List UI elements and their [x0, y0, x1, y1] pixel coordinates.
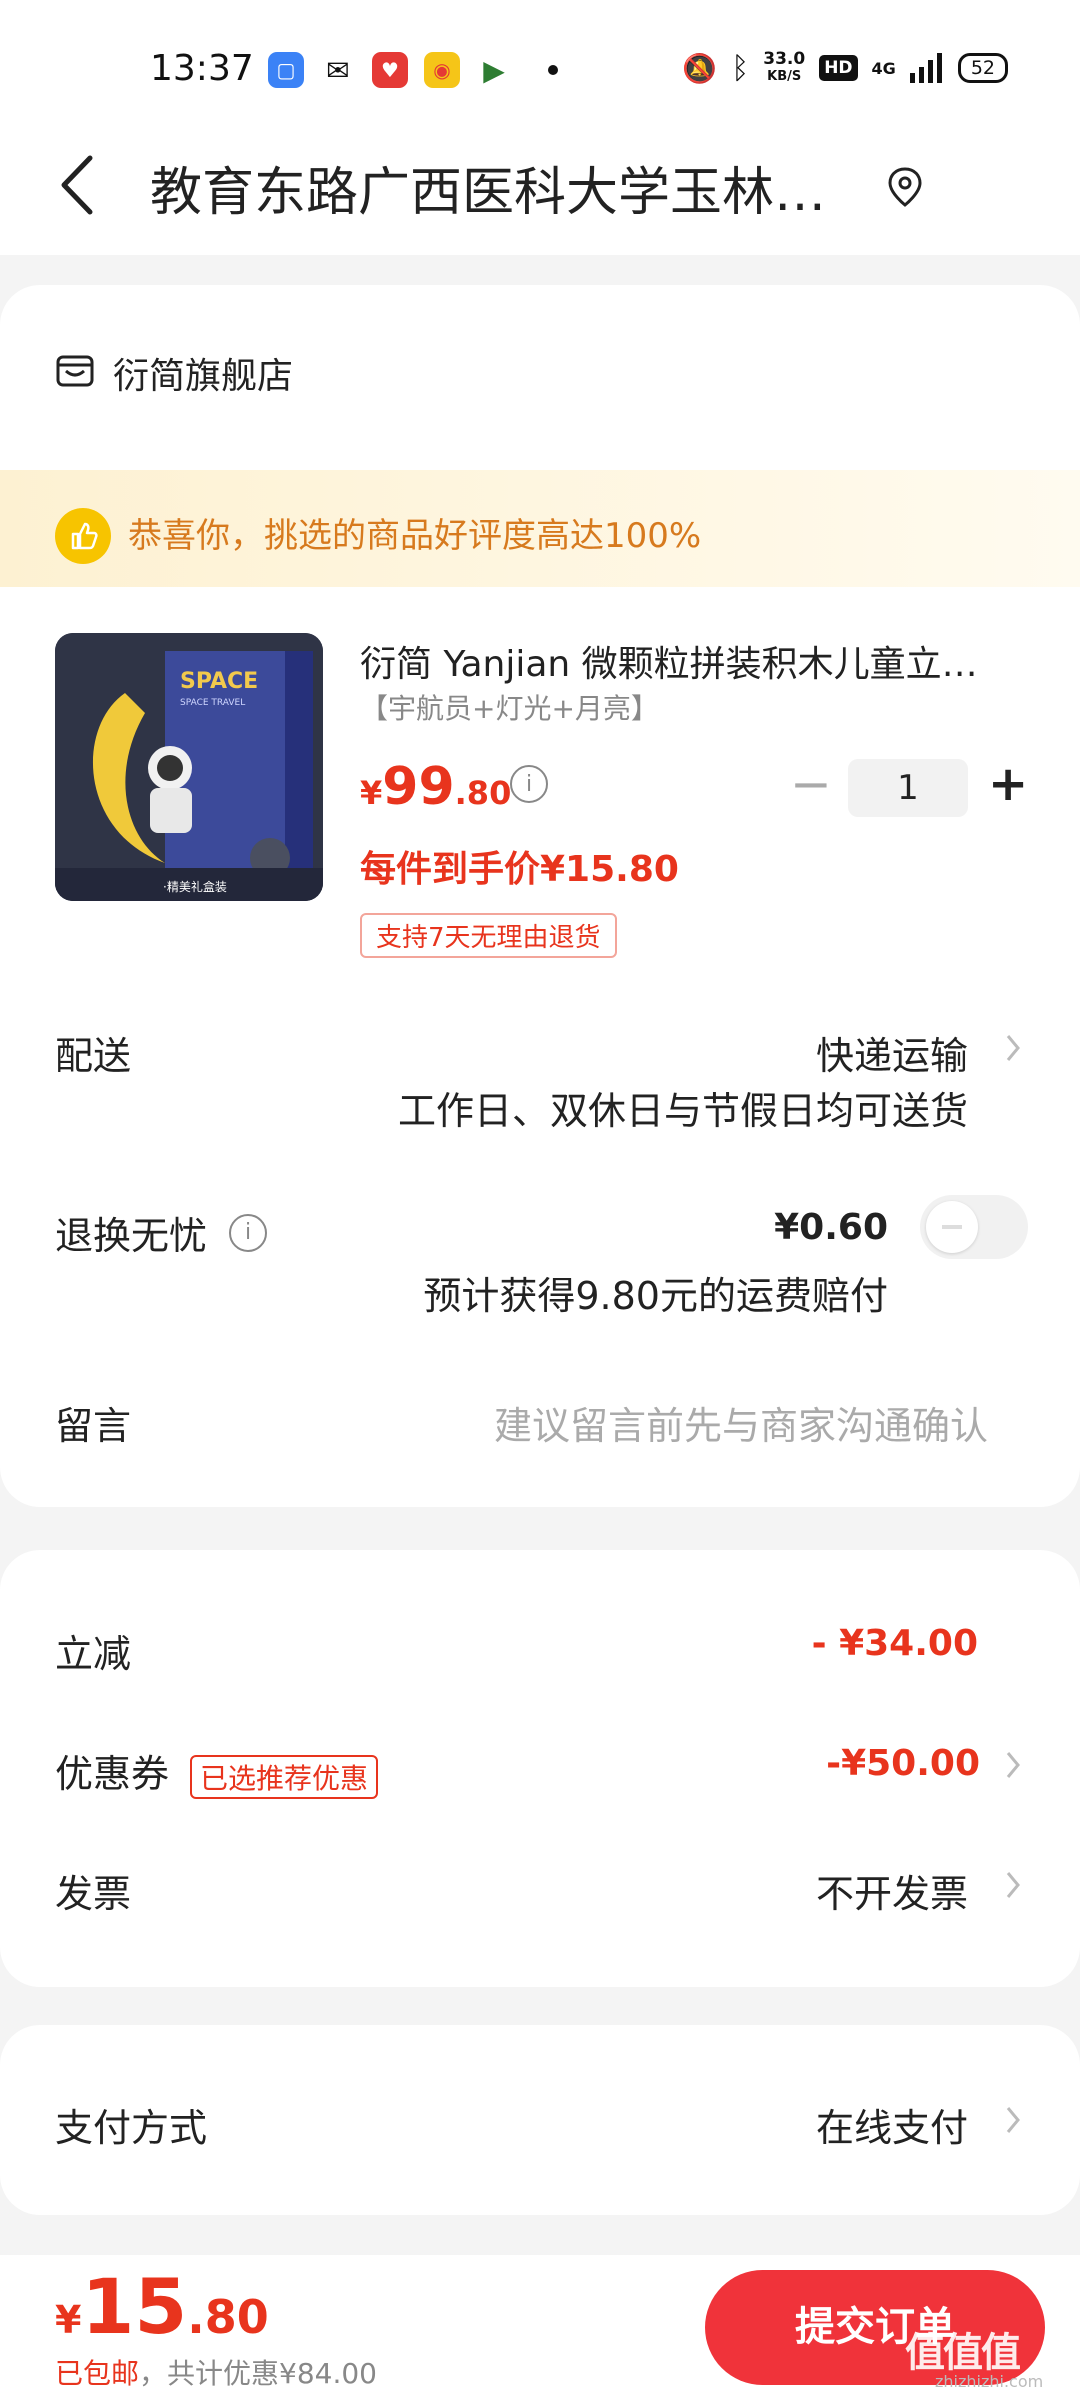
coupon-value[interactable]: -¥50.00 [826, 1743, 980, 1784]
price-info-icon[interactable]: i [510, 765, 548, 803]
store-header[interactable]: 衍简旗舰店 [55, 347, 293, 399]
discount-card: 立减 - ¥34.00 优惠券 已选推荐优惠 -¥50.00 发票 不开发票 [0, 1550, 1080, 1987]
svg-text:SPACE: SPACE [180, 669, 258, 694]
delivery-value[interactable]: 快递运输 [816, 1025, 968, 1080]
back-arrow-icon[interactable] [50, 150, 110, 220]
mute-icon: 🔕 [682, 51, 718, 85]
payment-method-label: 支付方式 [55, 2106, 208, 2150]
return-insurance-note: 预计获得9.80元的运费赔付 [423, 1274, 888, 1318]
rating-text: 恭喜你，挑选的商品好评度高达100% [128, 516, 702, 556]
quantity-input[interactable]: 1 [848, 759, 968, 817]
invoice-chevron-icon[interactable] [1005, 1870, 1021, 1900]
network-speed: 33.0 KB/S [763, 49, 806, 84]
status-app-icons: ▢ ✉ ♥ ◉ ▶ [268, 52, 558, 88]
payment-chevron-icon[interactable] [1005, 2105, 1021, 2135]
signal-icon [909, 53, 942, 83]
return-insurance-toggle[interactable] [920, 1195, 1028, 1259]
delivery-chevron-icon[interactable] [1005, 1033, 1021, 1063]
status-indicators: 🔕 ᛒ 33.0 KB/S HD 4G 52 [682, 50, 1008, 86]
payment-card: 支付方式 在线支付 [0, 2025, 1080, 2215]
battery-icon: 52 [957, 53, 1008, 83]
invoice-value[interactable]: 不开发票 [816, 1863, 968, 1918]
order-item-card: 衍简旗舰店 恭喜你，挑选的商品好评度高达100% SPACE SPACE TRA… [0, 285, 1080, 1507]
message-input[interactable]: 建议留言前先与商家沟通确认 [494, 1395, 988, 1450]
top-nav: 教育东路广西医科大学玉林… [0, 110, 1080, 255]
product-title[interactable]: 衍简 Yanjian 微颗粒拼装积木儿童立… [360, 635, 1010, 687]
coupon-chevron-icon[interactable] [1005, 1750, 1021, 1780]
free-shipping-text: 已包邮 [55, 2357, 140, 2390]
coupon-label: 优惠券 [55, 1752, 170, 1796]
more-notifications-dot [548, 65, 558, 75]
app-heart-icon: ♥ [372, 52, 408, 88]
invoice-label: 发票 [55, 1872, 132, 1916]
svg-text:·精美礼盒装: ·精美礼盒装 [163, 879, 227, 894]
return-insurance-info-icon[interactable]: i [229, 1213, 268, 1252]
rating-banner: 恭喜你，挑选的商品好评度高达100% [0, 470, 1080, 587]
delivery-note: 工作日、双休日与节假日均可送货 [397, 1089, 968, 1133]
address-title[interactable]: 教育东路广西医科大学玉林… [150, 150, 870, 225]
svg-text:SPACE TRAVEL: SPACE TRAVEL [180, 698, 245, 708]
signal-label: 4G [871, 58, 896, 78]
wechat-icon: ✉ [320, 52, 356, 88]
status-time: 13:37 [150, 48, 254, 89]
store-icon [56, 355, 94, 387]
final-unit-price: 每件到手价¥15.80 [360, 849, 679, 890]
quantity-minus-button[interactable]: − [790, 759, 832, 809]
weibo-icon: ◉ [424, 52, 460, 88]
return-policy-tag: 支持7天无理由退货 [360, 913, 617, 958]
return-insurance-price: ¥0.60 [774, 1207, 888, 1248]
total-savings-text: ，共计优惠¥84.00 [139, 2357, 377, 2390]
message-label: 留言 [55, 1404, 132, 1448]
return-insurance-label: 退换无忧 [55, 1214, 208, 1258]
hd-icon: HD [819, 55, 858, 81]
instant-discount-label: 立减 [55, 1632, 132, 1676]
instant-discount-value: - ¥34.00 [811, 1623, 978, 1664]
total-summary: 已包邮，共计优惠¥84.00 [55, 2352, 377, 2392]
product-image[interactable]: SPACE SPACE TRAVEL ·精美礼盒装 [55, 633, 323, 901]
store-name: 衍简旗舰店 [113, 356, 294, 397]
total-price: ¥15.80 [55, 2262, 269, 2351]
product-spec[interactable]: 【宇航员+灯光+月亮】 [360, 687, 659, 727]
return-insurance-row: 退换无忧 i [55, 1205, 268, 1260]
quantity-plus-button[interactable]: + [988, 759, 1028, 809]
status-bar: 13:37 ▢ ✉ ♥ ◉ ▶ 🔕 ᛒ 33.0 KB/S HD 4G 52 [0, 0, 1080, 110]
coupon-recommended-tag: 已选推荐优惠 [190, 1755, 379, 1799]
product-price: ¥99.80 [360, 757, 512, 817]
thumbs-up-icon [55, 508, 111, 564]
payment-method-value[interactable]: 在线支付 [816, 2097, 968, 2152]
location-pin-icon[interactable] [885, 165, 925, 209]
watermark-logo: 值值值 [905, 2330, 1021, 2376]
delivery-label: 配送 [55, 1034, 132, 1078]
app-notification-icon: ▢ [268, 52, 304, 88]
video-app-icon: ▶ [476, 52, 512, 88]
bluetooth-icon: ᛒ [731, 50, 750, 86]
watermark-url: zhizhizhi.com [935, 2372, 1044, 2391]
